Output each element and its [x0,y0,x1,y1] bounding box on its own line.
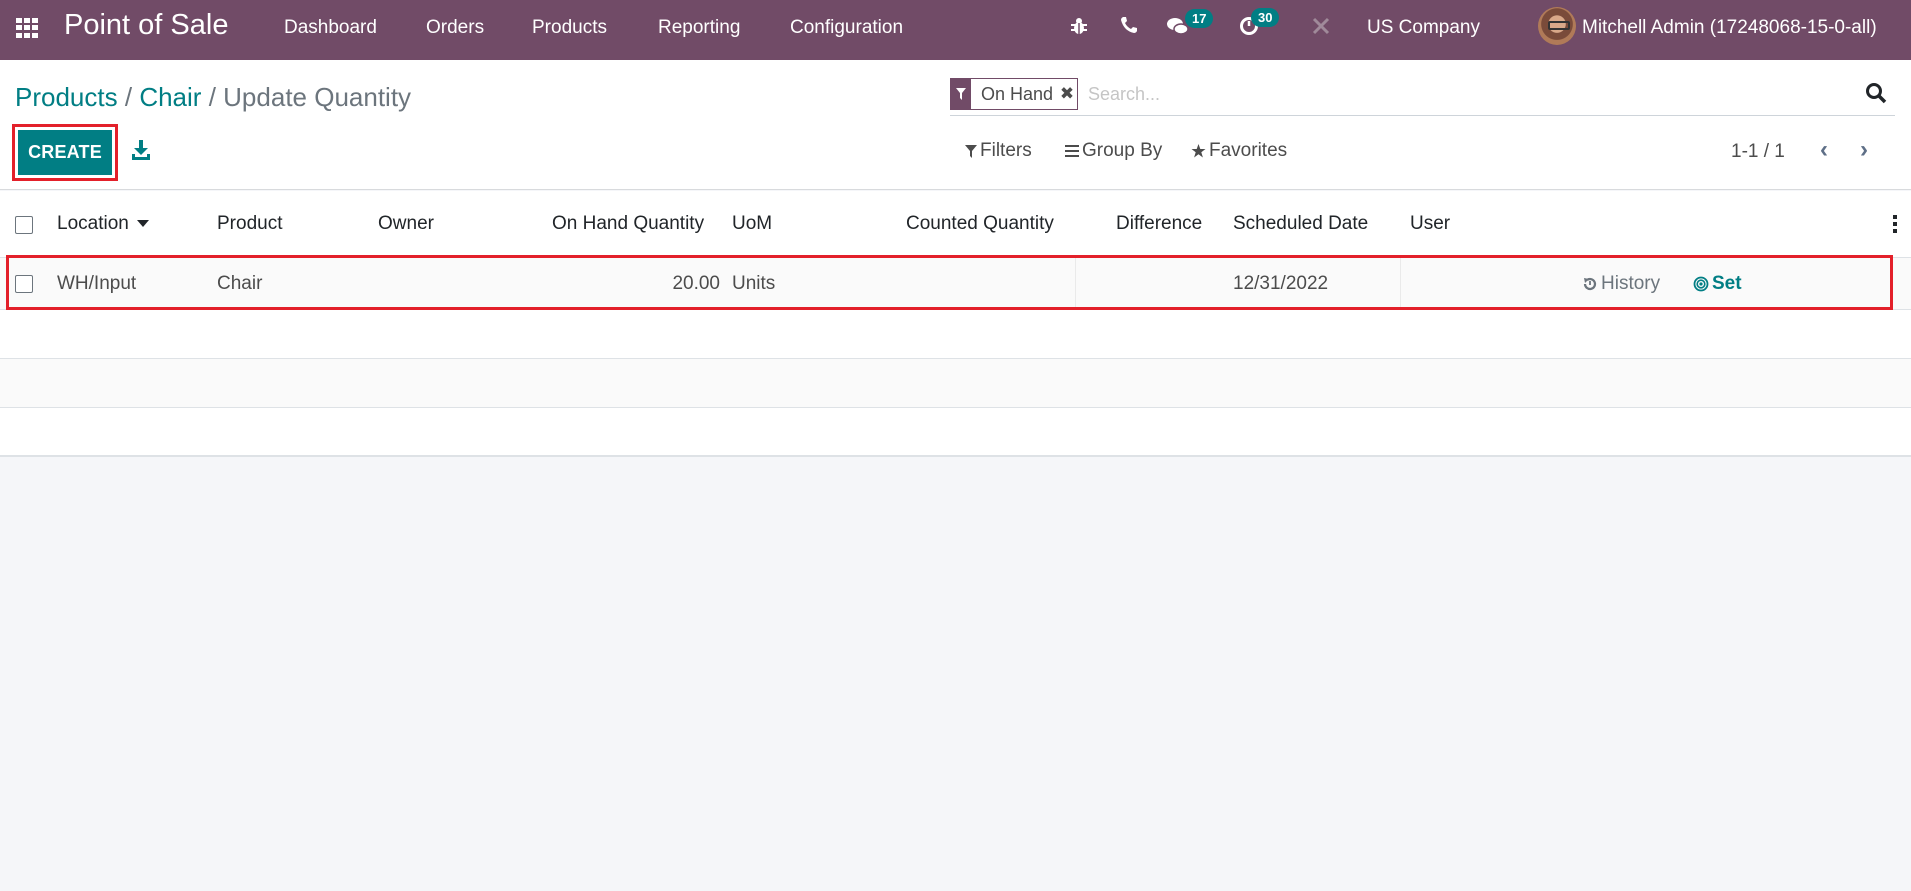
search-icon[interactable] [1865,82,1887,104]
history-icon [1583,277,1597,291]
facet-remove-icon[interactable]: ✖ [1057,79,1077,109]
messages-count-badge: 17 [1185,9,1214,28]
app-name[interactable]: Point of Sale [64,9,228,42]
column-header-owner[interactable]: Owner [378,213,434,235]
group-by-button[interactable]: Group By [1065,140,1162,162]
quants-list: Location Product Owner On Hand Quantity … [0,191,1911,457]
column-header-scheduled-date[interactable]: Scheduled Date [1233,213,1368,235]
cell-on-hand-quantity: 20.00 [672,273,720,294]
row-checkbox[interactable] [15,275,33,293]
create-highlight-box: CREATE [12,124,118,181]
menu-configuration[interactable]: Configuration [790,17,903,39]
empty-row [0,408,1911,457]
app-menu-icon[interactable] [16,18,40,38]
breadcrumb: Products / Chair / Update Quantity [15,82,411,113]
favorites-button[interactable]: Favorites [1191,140,1287,162]
cell-product: Chair [217,273,263,294]
menu-orders[interactable]: Orders [426,17,484,39]
breadcrumb-separator: / [208,82,216,112]
cell-location: WH/Input [57,273,137,294]
table-row[interactable]: WH/Input Chair 20.00 Units 12/31/2022 Hi… [0,258,1911,310]
top-navbar: Point of Sale Dashboard Orders Products … [0,0,1911,60]
pager-next-button[interactable]: › [1852,138,1876,164]
search-bar: On Hand ✖ [950,78,1895,116]
breadcrumb-chair[interactable]: Chair [139,82,201,112]
favorites-label: Favorites [1209,140,1288,161]
set-button[interactable]: Set [1693,273,1742,295]
set-label: Set [1712,273,1742,294]
column-header-difference[interactable]: Difference [1116,213,1202,235]
star-icon [1191,144,1206,158]
breadcrumb-current: Update Quantity [223,82,412,112]
phone-icon[interactable] [1118,16,1140,40]
column-header-counted-quantity[interactable]: Counted Quantity [906,213,1054,235]
column-header-user[interactable]: User [1410,213,1450,235]
table-header: Location Product Owner On Hand Quantity … [0,191,1911,258]
menu-dashboard[interactable]: Dashboard [284,17,377,39]
column-header-on-hand-quantity[interactable]: On Hand Quantity [552,213,704,235]
filter-icon [965,144,977,158]
debug-icon[interactable] [1068,16,1090,40]
control-panel: Products / Chair / Update Quantity CREAT… [0,60,1911,190]
column-header-uom[interactable]: UoM [732,213,772,235]
menu-reporting[interactable]: Reporting [658,17,740,39]
empty-row [0,310,1911,359]
breadcrumb-products[interactable]: Products [15,82,118,112]
search-input[interactable] [1088,80,1808,108]
search-facet-on-hand[interactable]: On Hand ✖ [950,78,1079,110]
pager-previous-button[interactable]: ‹ [1812,138,1836,164]
cell-scheduled-date[interactable]: 12/31/2022 [1233,273,1328,295]
activities-count-badge: 30 [1251,8,1280,27]
column-header-location[interactable]: Location [57,213,149,235]
empty-row [0,359,1911,408]
cell-uom: Units [732,273,776,294]
filters-label: Filters [980,140,1032,161]
company-switcher[interactable]: US Company [1367,17,1480,39]
history-button[interactable]: History [1582,273,1660,295]
create-button[interactable]: CREATE [18,130,112,175]
list-icon [1065,145,1079,157]
filter-icon [951,79,971,109]
facet-label: On Hand [981,84,1054,104]
breadcrumb-separator: / [124,82,133,112]
optional-columns-icon[interactable] [1893,215,1897,233]
tools-icon[interactable] [1310,16,1332,40]
bullseye-icon [1693,276,1709,292]
group-by-label: Group By [1082,140,1163,161]
menu-products[interactable]: Products [532,17,607,39]
sort-caret-icon [136,220,149,228]
filters-button[interactable]: Filters [965,140,1032,162]
user-menu[interactable]: Mitchell Admin (17248068-15-0-all) [1582,17,1877,39]
select-all-checkbox[interactable] [15,216,33,234]
column-header-product[interactable]: Product [217,213,282,235]
history-label: History [1601,273,1661,294]
user-avatar[interactable] [1538,7,1576,45]
pager-value[interactable]: 1-1 / 1 [1731,141,1785,163]
download-icon[interactable] [131,140,151,162]
